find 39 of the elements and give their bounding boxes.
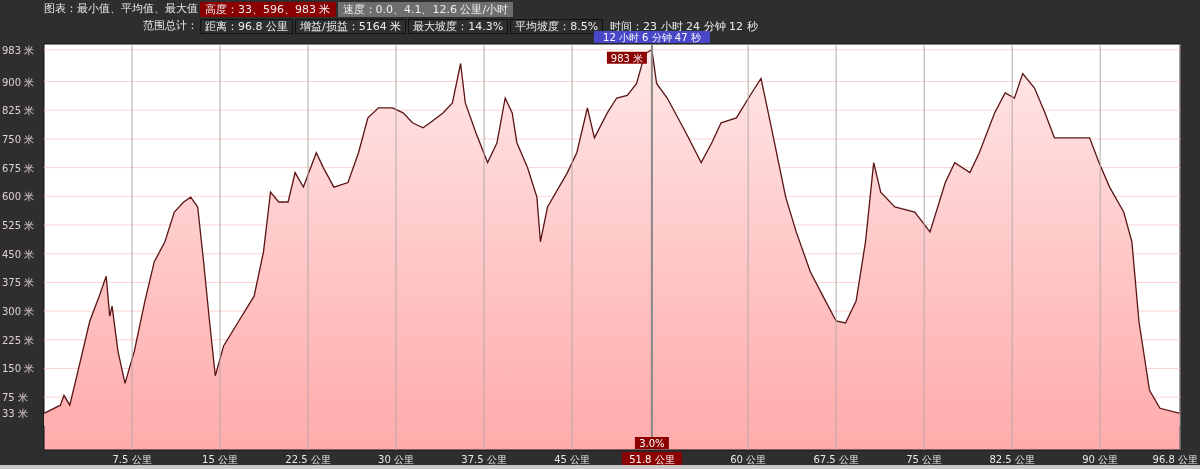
axis-label: 67.5 公里 <box>813 454 859 465</box>
stat-tag: 时间：23 小时 24 分钟 12 秒 <box>605 19 763 34</box>
stat-tag: 高度：33、596、983 米 <box>200 2 336 17</box>
axis-label: 90 公里 <box>1082 454 1119 465</box>
axis-label: 75 米 <box>2 392 28 404</box>
grade-tag: 3.0% <box>634 437 669 449</box>
axis-label: 825 米 <box>2 105 35 117</box>
annotation: 983 米 <box>610 52 644 64</box>
axis-label: 600 米 <box>2 191 35 203</box>
axis-label: 60 公里 <box>730 454 767 465</box>
axis-label: 225 米 <box>2 334 35 346</box>
row-label: 图表：最小值、平均值、最大值 <box>43 2 198 17</box>
axis-label: 983 米 <box>2 44 35 56</box>
stat-tag: 速度：0.0、4.1、12.6 公里/小时 <box>337 2 514 17</box>
axis-label: 300 米 <box>2 306 35 318</box>
stat-tag: 距离：96.8 公里 <box>200 19 293 34</box>
row-label: 范围总计： <box>142 19 198 34</box>
axis-label: 900 米 <box>2 76 35 88</box>
stat-tag: 最大坡度：14.3% <box>408 19 509 34</box>
stat-tag: 平均坡度：8.5% <box>510 19 604 34</box>
axis-label: 450 米 <box>2 248 35 260</box>
axis-label: 675 米 <box>2 162 35 174</box>
axis-label: 37.5 公里 <box>461 454 507 465</box>
stat-tag: 增益/损益：5164 米 <box>295 19 407 34</box>
axis-label: 22.5 公里 <box>285 454 331 465</box>
axis-label: 525 米 <box>2 220 35 231</box>
axis-label: 82.5 公里 <box>989 454 1035 465</box>
axis-label: 75 公里 <box>906 454 943 465</box>
axis-label: 750 米 <box>2 133 35 145</box>
axis-label: 30 公里 <box>378 454 414 465</box>
axis-label: 33 米 <box>2 408 28 420</box>
distance-tag: 51.8 公里 <box>621 452 682 465</box>
axis-label: 150 米 <box>2 363 35 375</box>
axis-label: 375 米 <box>2 277 35 289</box>
time-tag: 12 小时 6 分钟 47 秒 <box>593 31 710 43</box>
axis-label: 15 公里 <box>202 454 238 465</box>
axis-label: 45 公里 <box>554 454 591 465</box>
axis-label: 7.5 公里 <box>112 454 152 465</box>
axis-label: 96.8 公里 <box>1152 454 1198 465</box>
